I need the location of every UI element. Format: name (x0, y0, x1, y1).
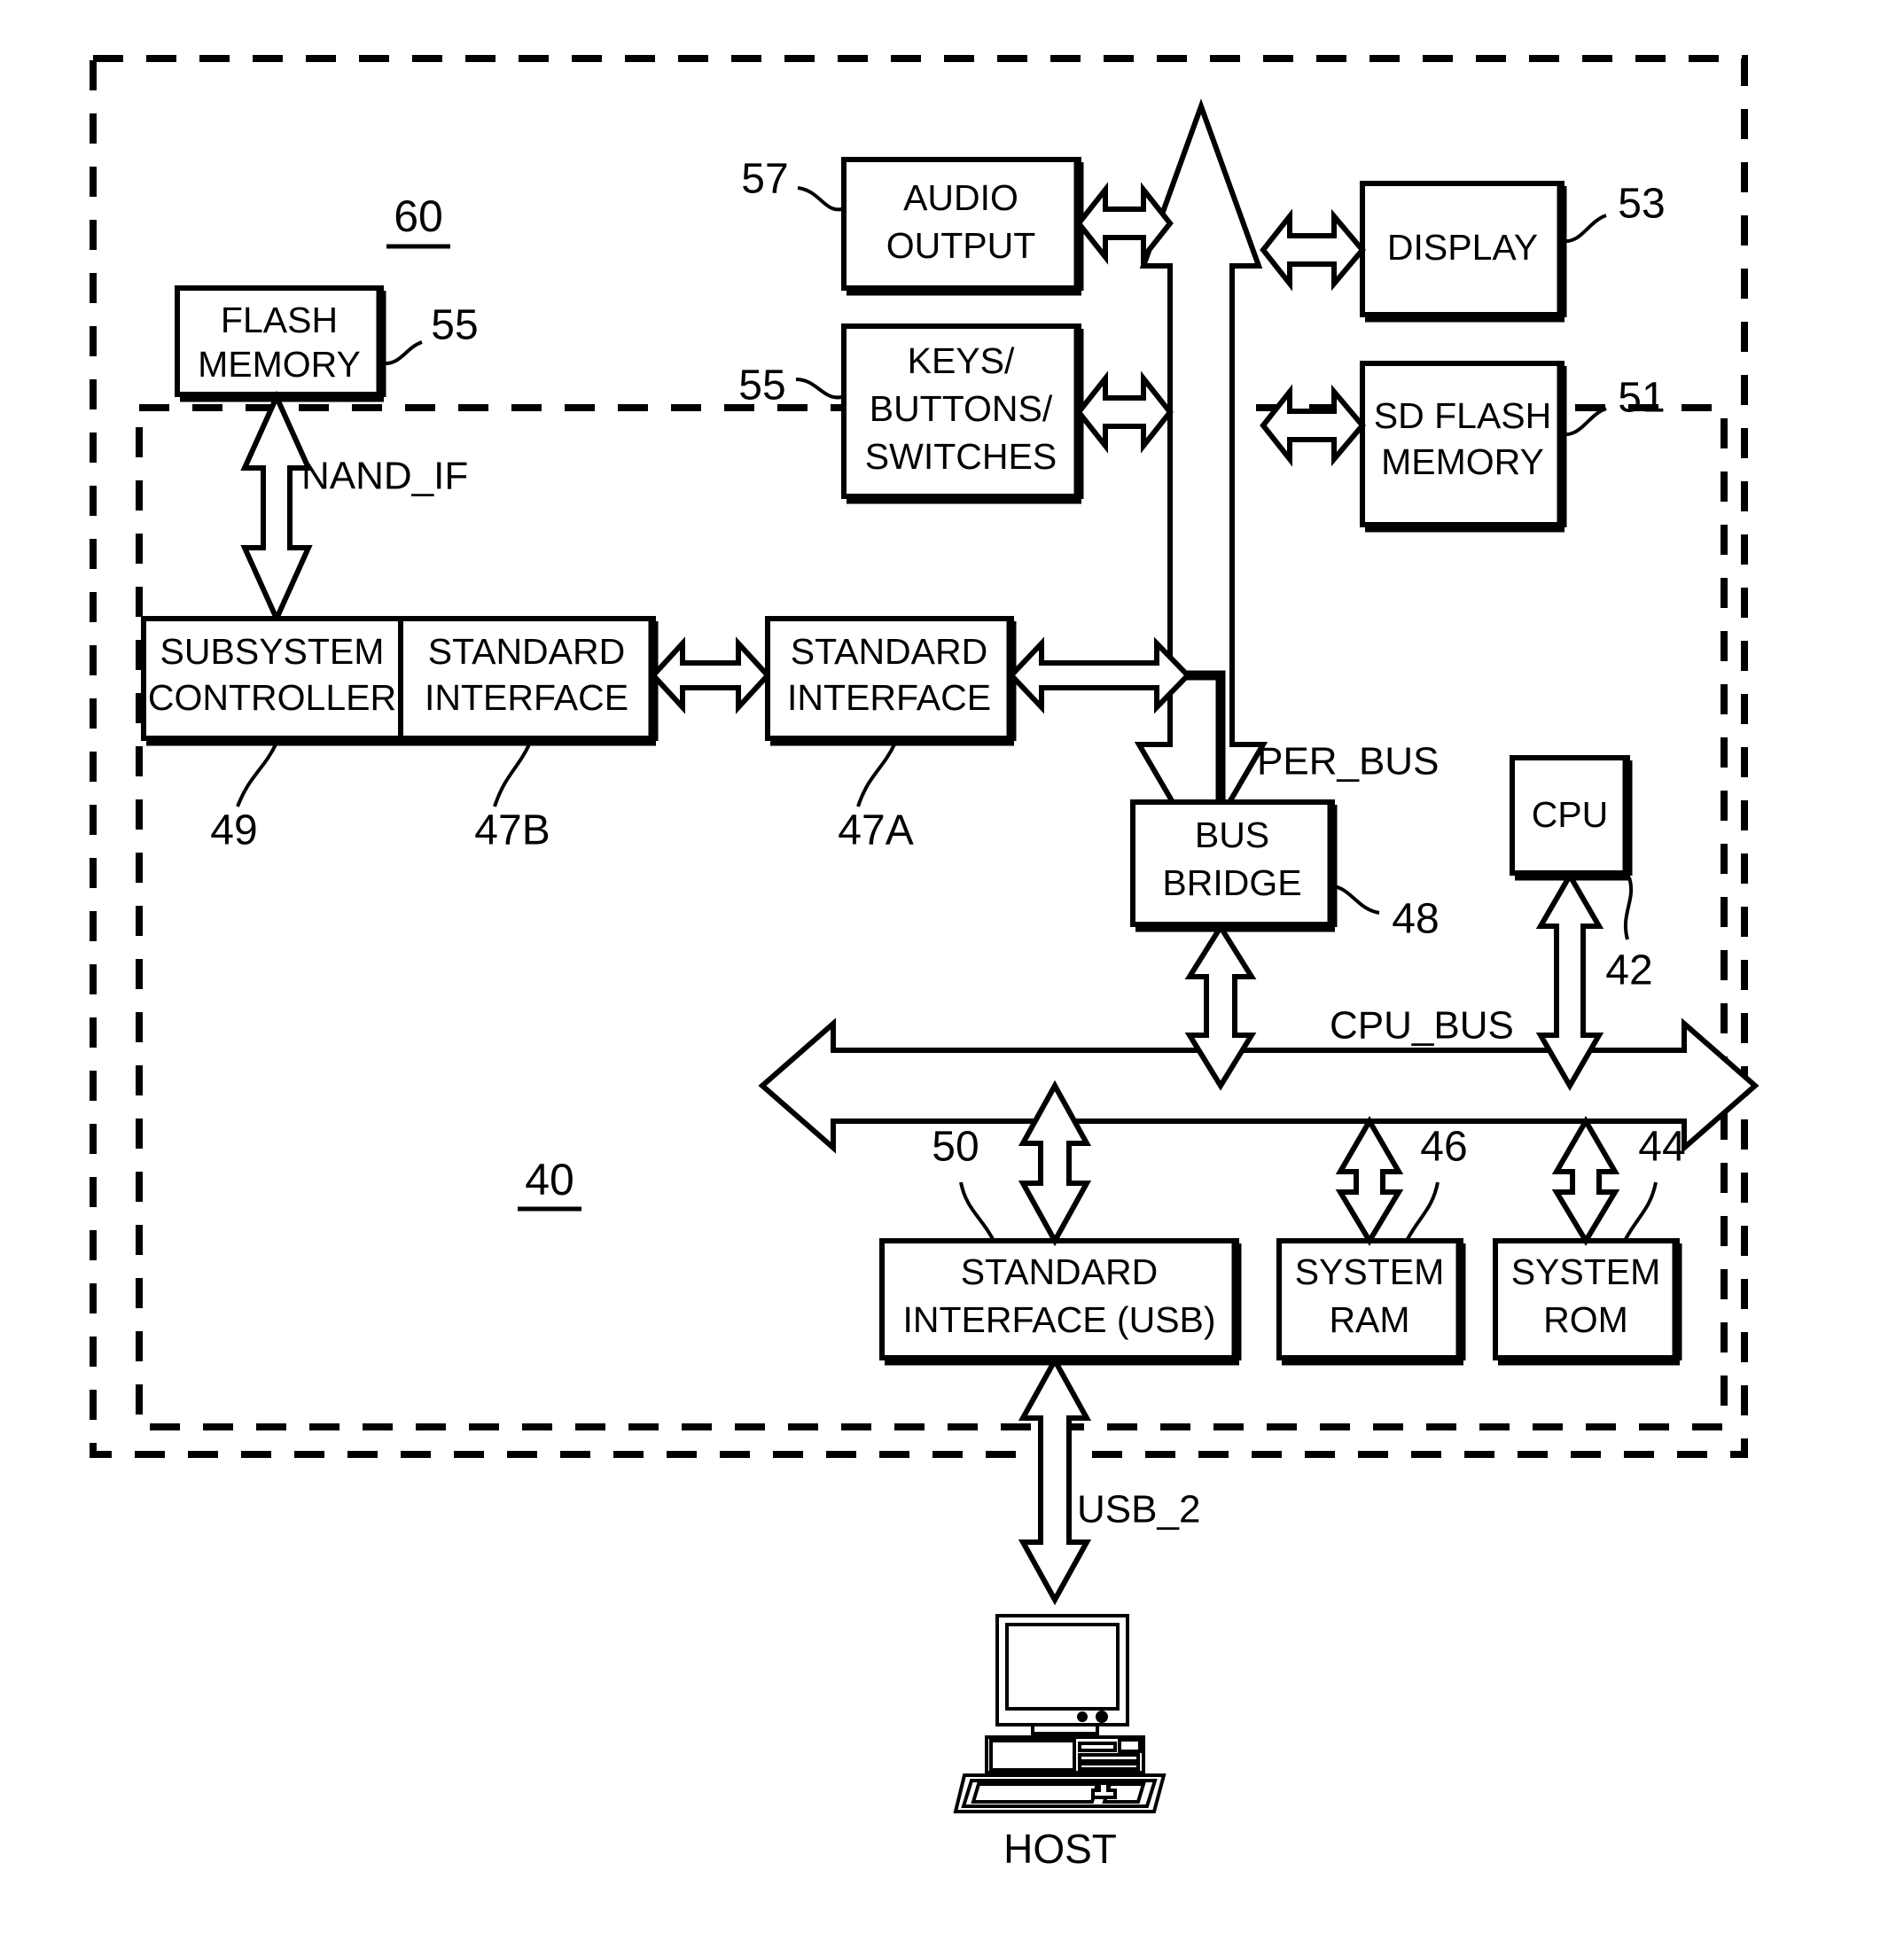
block-label-line: ROM (1543, 1299, 1628, 1340)
block-sd-flash-memory[interactable]: SD FLASH MEMORY (1360, 361, 1567, 533)
ref-number-49: 49 (210, 807, 257, 854)
leader-line-55-flash (382, 340, 423, 366)
block-label-line: MEMORY (1381, 441, 1544, 482)
host-computer-icon: HOST (953, 1614, 1167, 1872)
ref-number-44: 44 (1638, 1124, 1685, 1171)
patent-figure-canvas: FLASH MEMORY 55 NAND_IF 60 AUDIO OUTPUT … (0, 0, 1904, 1933)
arrow-47b-to-47a (649, 636, 772, 714)
block-system-ram[interactable]: SYSTEM RAM (1276, 1238, 1466, 1366)
leader-line-57-audio (797, 186, 843, 212)
block-label-line: STANDARD (791, 631, 987, 672)
block-keys-buttons-switches[interactable]: KEYS/ BUTTONS/ SWITCHES (841, 323, 1084, 504)
block-label-line: BUS (1195, 815, 1269, 855)
block-label-line: STANDARD (428, 631, 625, 672)
block-label-line: SYSTEM (1295, 1251, 1445, 1292)
arrow-per-bus-to-sd-flash (1260, 384, 1366, 467)
block-flash-memory[interactable]: FLASH MEMORY (175, 285, 386, 402)
leader-line-55-keys (795, 378, 843, 400)
block-label-line: MEMORY (198, 344, 361, 385)
leader-line-53-display (1563, 214, 1607, 244)
arrow-cpu-bus-to-system-rom (1551, 1116, 1620, 1246)
arrow-47a-to-per-bus (1007, 636, 1192, 714)
block-label-line: INTERFACE (425, 677, 628, 718)
arrow-cpu-to-cpu-bus (1535, 870, 1604, 1091)
leader-line-46 (1406, 1181, 1440, 1240)
block-label-line: SD FLASH (1374, 395, 1552, 436)
block-label-line: SWITCHES (865, 436, 1057, 477)
ref-number-51-sdflash: 51 (1618, 375, 1665, 422)
block-standard-interface-47a[interactable]: STANDARD INTERFACE (765, 616, 1017, 746)
svg-text:60: 60 (394, 191, 443, 241)
block-label-line: DISPLAY (1387, 227, 1538, 268)
group-tag-40: 40 (518, 1155, 581, 1212)
leader-line-47a (856, 742, 897, 807)
leader-line-48 (1333, 885, 1380, 915)
block-label-line: SUBSYSTEM (160, 631, 385, 672)
block-label-line: SYSTEM (1511, 1251, 1661, 1292)
block-label-line: INTERFACE (USB) (902, 1299, 1215, 1340)
block-cpu[interactable]: CPU (1510, 755, 1633, 881)
block-subsystem-controller[interactable]: SUBSYSTEM CONTROLLER (141, 616, 403, 746)
block-label-line: OUTPUT (886, 225, 1036, 266)
block-display[interactable]: DISPLAY (1360, 181, 1567, 323)
arrow-per-bus-to-display (1260, 208, 1366, 292)
nand-if-arrow (240, 390, 313, 626)
block-label-line: STANDARD (961, 1251, 1158, 1292)
ref-number-48: 48 (1392, 896, 1439, 943)
ref-number-46: 46 (1420, 1124, 1467, 1171)
block-label-line: KEYS/ (908, 340, 1015, 381)
block-label-line: FLASH (221, 300, 338, 340)
signal-label-cpu-bus: CPU_BUS (1330, 1004, 1514, 1048)
ref-number-57-audio: 57 (741, 156, 788, 203)
host-label: HOST (1003, 1826, 1117, 1872)
block-system-rom[interactable]: SYSTEM ROM (1493, 1238, 1682, 1366)
block-bus-bridge[interactable]: BUS BRIDGE (1130, 799, 1338, 932)
block-standard-interface-usb[interactable]: STANDARD INTERFACE (USB) (879, 1238, 1242, 1366)
block-label-line: BRIDGE (1162, 862, 1301, 903)
block-label-line: CPU (1532, 794, 1609, 835)
signal-label-nand-if: NAND_IF (301, 455, 468, 498)
ref-number-47b: 47B (474, 807, 550, 854)
svg-text:40: 40 (525, 1155, 574, 1204)
block-diagram-svg: FLASH MEMORY 55 NAND_IF 60 AUDIO OUTPUT … (90, 55, 1760, 1872)
ref-number-55-keys: 55 (738, 362, 785, 409)
block-label-line: INTERFACE (787, 677, 991, 718)
signal-label-usb-2: USB_2 (1077, 1488, 1200, 1532)
leader-line-42 (1623, 877, 1634, 940)
block-label-line: AUDIO (903, 177, 1018, 218)
ref-number-47a: 47A (838, 807, 913, 854)
block-label-line: BUTTONS/ (870, 388, 1053, 429)
leader-line-47b (493, 742, 532, 807)
block-audio-output[interactable]: AUDIO OUTPUT (841, 157, 1084, 296)
ref-number-53-display: 53 (1618, 181, 1665, 228)
block-standard-interface-47b[interactable]: STANDARD INTERFACE (398, 616, 659, 746)
arrow-usb-to-host (1018, 1354, 1092, 1606)
signal-label-per-bus: PER_BUS (1257, 740, 1439, 783)
leader-line-51-sdflash (1563, 407, 1607, 437)
block-label-line: CONTROLLER (148, 677, 396, 718)
leader-line-44 (1624, 1181, 1658, 1240)
ref-number-55-flash: 55 (431, 302, 478, 349)
ref-number-50: 50 (932, 1124, 979, 1171)
leader-line-49 (236, 742, 278, 807)
ref-number-42: 42 (1605, 947, 1652, 994)
leader-line-50 (959, 1181, 995, 1240)
cpu-bus-arrow (758, 1017, 1760, 1154)
block-label-line: RAM (1329, 1299, 1409, 1340)
arrow-keys-to-per-bus (1075, 370, 1174, 454)
arrow-cpu-bus-to-system-ram (1335, 1116, 1404, 1246)
group-tag-60: 60 (386, 191, 450, 249)
